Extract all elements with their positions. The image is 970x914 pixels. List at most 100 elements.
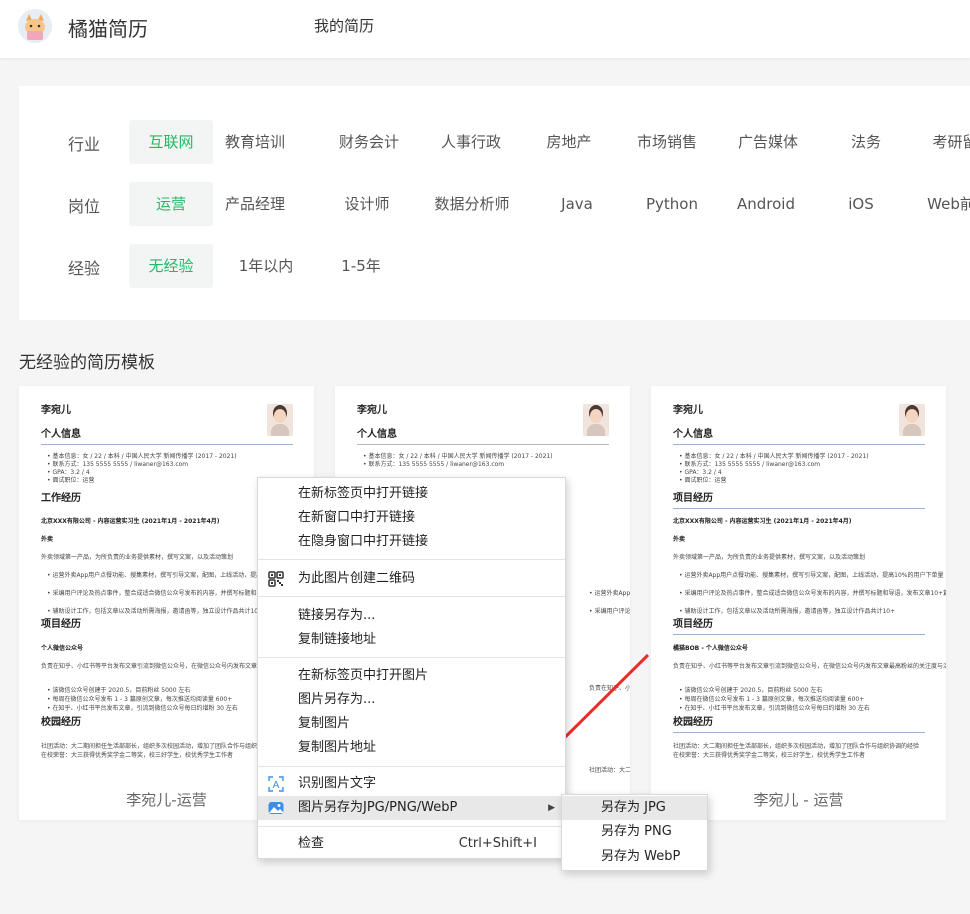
menu-item-copy-link-address[interactable]: 复制链接地址 bbox=[258, 628, 565, 652]
submenu-save-png[interactable]: 另存为 PNG bbox=[562, 820, 707, 844]
filter-chip-position[interactable]: Web前 bbox=[909, 182, 970, 226]
menu-separator bbox=[258, 826, 565, 827]
filter-chip-experience[interactable]: 1年以内 bbox=[224, 244, 308, 288]
menu-item-label: 复制链接地址 bbox=[298, 632, 377, 647]
resume-text: 负责在知乎、小红书等平台发布文章引流到微信公众号，在微信公众号内发布文章最高粉丝… bbox=[589, 685, 630, 692]
submenu-arrow-icon: ▶ bbox=[548, 803, 555, 813]
resume-text: 外卖领域第一产品，为所负责的业务提供素材，撰写文案，以及活动策划 bbox=[41, 554, 234, 561]
resume-text: • 在知乎、小红书平台发布文章，引流到微信公众号每日约增粉 30 左右 bbox=[47, 705, 238, 712]
menu-item-copy-image[interactable]: 复制图片 bbox=[258, 712, 565, 736]
filter-chip-industry[interactable]: 法务 bbox=[824, 120, 908, 164]
filter-chip-industry[interactable]: 互联网 bbox=[129, 120, 213, 164]
filter-chip-position[interactable]: 运营 bbox=[129, 182, 213, 226]
filter-row-position: 岗位 运营 产品经理 设计师 数据分析师 Java Python Android… bbox=[19, 182, 970, 226]
submenu-save-jpg[interactable]: 另存为 JPG bbox=[562, 796, 707, 820]
filter-chip-industry[interactable]: 广告媒体 bbox=[726, 120, 810, 164]
filter-chip-industry[interactable]: 教育培训 bbox=[213, 120, 297, 164]
resume-text: 负责在知乎、小红书等平台发布文章引流到微信公众号，在微信公众号内发布文章最高粉丝… bbox=[673, 663, 946, 670]
filter-chip-position[interactable]: Java bbox=[535, 182, 619, 226]
context-menu: 在新标签页中打开链接 在新窗口中打开链接 在隐身窗口中打开链接 为此图片创建二维… bbox=[257, 477, 566, 859]
menu-item-open-image-new-tab[interactable]: 在新标签页中打开图片 bbox=[258, 664, 565, 688]
menu-item-open-link-incognito[interactable]: 在隐身窗口中打开链接 bbox=[258, 530, 565, 554]
menu-item-label: 另存为 PNG bbox=[601, 824, 672, 839]
menu-item-label: 图片另存为... bbox=[298, 692, 376, 707]
avatar bbox=[267, 404, 293, 436]
nav-my-resumes[interactable]: 我的简历 bbox=[314, 15, 374, 36]
submenu-save-webp[interactable]: 另存为 WebP bbox=[562, 845, 707, 869]
menu-item-copy-image-address[interactable]: 复制图片地址 bbox=[258, 736, 565, 760]
context-submenu: 另存为 JPG 另存为 PNG 另存为 WebP bbox=[561, 794, 708, 871]
resume-text: • 运营外卖App用户点餐功能、搜集素材，撰写引导文案，配图，上线活动，提高10… bbox=[589, 590, 630, 597]
filter-chip-position[interactable]: iOS bbox=[819, 182, 903, 226]
menu-item-open-link-new-tab[interactable]: 在新标签页中打开链接 bbox=[258, 482, 565, 506]
menu-item-save-link-as[interactable]: 链接另存为... bbox=[258, 604, 565, 628]
filter-label: 岗位 bbox=[68, 197, 101, 216]
filter-chip-position[interactable]: 设计师 bbox=[325, 182, 409, 226]
resume-heading: 项目经历 bbox=[673, 493, 713, 504]
filter-chip-position[interactable]: 产品经理 bbox=[213, 182, 297, 226]
section-title: 无经验的简历模板 bbox=[19, 353, 155, 373]
resume-heading: 个人信息 bbox=[41, 429, 81, 440]
menu-item-label: 在隐身窗口中打开链接 bbox=[298, 534, 429, 549]
menu-item-label: 另存为 WebP bbox=[601, 849, 681, 864]
menu-item-open-link-new-window[interactable]: 在新窗口中打开链接 bbox=[258, 506, 565, 530]
svg-text:A: A bbox=[273, 780, 280, 791]
resume-preview[interactable]: 李宛儿 个人信息 • 基本信息：女 / 22 / 本科 / 中国人民大学 新闻传… bbox=[41, 404, 314, 782]
resume-text: 外卖领域第一产品，为所负责的业务提供素材，撰写文案，以及活动策划 bbox=[673, 554, 866, 561]
menu-item-label: 在新标签页中打开链接 bbox=[298, 486, 429, 501]
filter-label: 行业 bbox=[68, 135, 101, 154]
menu-separator bbox=[258, 766, 565, 767]
menu-shortcut: Ctrl+Shift+I bbox=[458, 836, 537, 851]
resume-text: 个人微信公众号 bbox=[41, 645, 84, 652]
menu-item-create-qr-code[interactable]: 为此图片创建二维码 bbox=[258, 567, 565, 591]
filter-chip-experience[interactable]: 1-5年 bbox=[319, 244, 403, 288]
resume-text: • 采编用户评论及热点事件，整合成适合微信公众号发布的内容，并撰写标题和导语，发… bbox=[679, 590, 946, 597]
resume-heading: 校园经历 bbox=[41, 717, 81, 728]
resume-heading: 个人信息 bbox=[673, 429, 713, 440]
resume-text: • 在知乎、小红书平台发布文章，引流到微信公众号每日约增粉 30 左右 bbox=[679, 705, 870, 712]
resume-text: • 辅助设计工作，包括文章以及活动所需海报，邀请函等，独立设计作品共计10+ bbox=[679, 608, 896, 615]
filter-row-industry: 行业 互联网 教育培训 财务会计 人事行政 房地产 市场销售 广告媒体 法务 考… bbox=[19, 120, 970, 164]
resume-text: 外卖 bbox=[673, 536, 686, 543]
menu-item-save-image-as[interactable]: 图片另存为... bbox=[258, 688, 565, 712]
filter-chip-industry[interactable]: 市场销售 bbox=[625, 120, 709, 164]
resume-text: 北京XXX有限公司 - 内容运营实习生 (2021年1月 - 2021年4月) bbox=[41, 518, 220, 525]
menu-item-label: 复制图片 bbox=[298, 716, 351, 731]
filter-label: 经验 bbox=[68, 259, 101, 278]
resume-template-card[interactable]: 李宛儿 个人信息 • 基本信息：女 / 22 / 本科 / 中国人民大学 新闻传… bbox=[651, 386, 946, 820]
divider bbox=[41, 444, 293, 445]
resume-name: 李宛儿 bbox=[41, 405, 71, 416]
menu-separator bbox=[258, 559, 565, 560]
menu-item-label: 另存为 JPG bbox=[601, 800, 666, 815]
top-header: 橘猫简历 我的简历 bbox=[0, 0, 970, 58]
filter-chip-experience[interactable]: 无经验 bbox=[129, 244, 213, 288]
filter-chip-position[interactable]: Android bbox=[724, 182, 808, 226]
resume-name: 李宛儿 bbox=[673, 405, 703, 416]
menu-item-save-image-format[interactable]: 图片另存为JPG/PNG/WebP ▶ bbox=[258, 796, 565, 820]
resume-heading: 个人信息 bbox=[357, 429, 397, 440]
filter-chip-position[interactable]: 数据分析师 bbox=[430, 182, 514, 226]
divider bbox=[357, 444, 609, 445]
resume-preview[interactable]: 李宛儿 个人信息 • 基本信息：女 / 22 / 本科 / 中国人民大学 新闻传… bbox=[673, 404, 946, 782]
resume-text: 在校荣誉：大三获得优秀奖学金二等奖，校三好学生，校优秀学生工作者 bbox=[673, 752, 866, 759]
filter-chip-industry[interactable]: 人事行政 bbox=[429, 120, 513, 164]
menu-item-inspect[interactable]: 检查 Ctrl+Shift+I bbox=[258, 832, 565, 856]
resume-text: • 运营外卖App用户点餐功能、搜集素材，撰写引导文案，配图，上线活动，提高10… bbox=[679, 572, 944, 579]
filter-chip-position[interactable]: Python bbox=[630, 182, 714, 226]
divider bbox=[673, 508, 925, 509]
menu-separator bbox=[258, 596, 565, 597]
resume-heading: 项目经历 bbox=[673, 619, 713, 630]
filter-chip-industry[interactable]: 房地产 bbox=[527, 120, 611, 164]
menu-item-label: 在新标签页中打开图片 bbox=[298, 668, 429, 683]
avatar bbox=[583, 404, 609, 436]
divider bbox=[673, 732, 925, 733]
cat-logo-icon[interactable] bbox=[18, 9, 52, 43]
brand-name[interactable]: 橘猫简历 bbox=[68, 13, 148, 42]
menu-item-recognize-text[interactable]: A 识别图片文字 bbox=[258, 772, 565, 796]
resume-text: • 联系方式：135 5555 5555 / liwaner@163.com bbox=[363, 461, 505, 468]
resume-heading: 项目经历 bbox=[41, 619, 81, 630]
filter-chip-industry[interactable]: 财务会计 bbox=[327, 120, 411, 164]
avatar bbox=[899, 404, 925, 436]
menu-item-label: 链接另存为... bbox=[298, 608, 376, 623]
filter-chip-industry[interactable]: 考研留 bbox=[913, 120, 970, 164]
